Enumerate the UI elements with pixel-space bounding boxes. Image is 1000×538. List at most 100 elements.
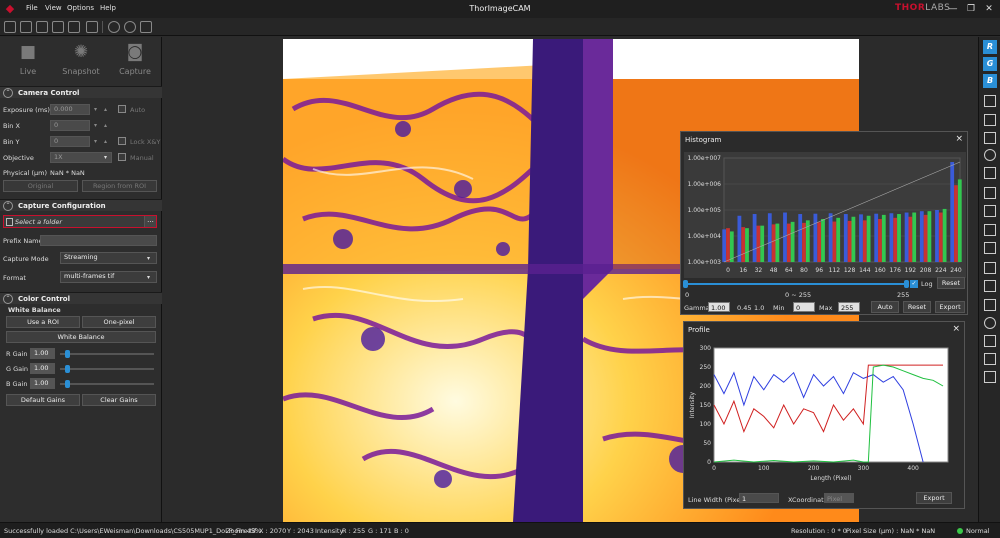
- exposure-increment[interactable]: ▴: [101, 104, 110, 115]
- lock-xy-checkbox[interactable]: [118, 137, 126, 145]
- g-gain-slider[interactable]: [60, 365, 154, 373]
- sequence-icon[interactable]: [86, 21, 98, 33]
- maximize-button[interactable]: ❐: [964, 2, 978, 16]
- fit-window-icon[interactable]: [984, 335, 996, 347]
- histogram-bar: [874, 213, 879, 262]
- close-icon[interactable]: ×: [952, 324, 960, 334]
- snapshot-button[interactable]: ✺ Snapshot: [56, 41, 106, 83]
- menu-view[interactable]: View: [45, 4, 62, 12]
- one-pixel-button[interactable]: One-pixel: [82, 316, 156, 328]
- gamma-field[interactable]: 1.00: [708, 302, 730, 312]
- ellipse-icon[interactable]: [984, 149, 996, 161]
- flip-vertical-icon[interactable]: [984, 205, 996, 217]
- capture-config-header[interactable]: ⌃ Capture Configuration: [0, 199, 162, 211]
- min-field[interactable]: 0: [793, 302, 815, 312]
- bin-x-field[interactable]: 0: [50, 120, 90, 131]
- b-gain-handle[interactable]: [64, 380, 70, 388]
- exposure-field[interactable]: 0.000: [50, 104, 90, 115]
- format-select[interactable]: multi-frames tif: [60, 271, 157, 283]
- polygon-icon[interactable]: [984, 167, 996, 179]
- ruler-icon[interactable]: [984, 262, 996, 274]
- capture-mode-select[interactable]: Streaming: [60, 252, 157, 264]
- auto-button[interactable]: Auto: [871, 301, 899, 313]
- histogram-window[interactable]: Histogram × 1.00e+007 1.00e+006 1.00e+005 1…: [680, 131, 968, 315]
- line-width-field[interactable]: 1: [739, 493, 779, 503]
- bin-y-field[interactable]: 0: [50, 136, 90, 147]
- bin-y-increment[interactable]: ▴: [101, 136, 110, 147]
- range-max-handle[interactable]: [904, 280, 909, 288]
- rotate-left-icon[interactable]: [984, 224, 996, 236]
- bin-x-decrement[interactable]: ▾: [91, 120, 100, 131]
- r-gain-handle[interactable]: [64, 350, 70, 358]
- settings-icon[interactable]: [20, 21, 32, 33]
- save-icon[interactable]: [36, 21, 48, 33]
- histogram-bar: [942, 208, 947, 262]
- xcoordinate-select[interactable]: Pixel: [824, 493, 854, 503]
- export-histogram-button[interactable]: Export: [935, 301, 965, 313]
- manual-checkbox[interactable]: [118, 153, 126, 161]
- objective-select[interactable]: 1X: [50, 152, 112, 163]
- r-gain-field[interactable]: 1.00: [30, 348, 55, 359]
- log-checkbox[interactable]: ✓: [910, 280, 918, 288]
- original-button[interactable]: Original: [3, 180, 78, 192]
- exposure-decrement[interactable]: ▾: [91, 104, 100, 115]
- folder-icon[interactable]: [68, 21, 80, 33]
- rectangle-icon[interactable]: [984, 132, 996, 144]
- live-button[interactable]: ■ Live: [3, 41, 53, 83]
- image-icon[interactable]: [52, 21, 64, 33]
- menu-options[interactable]: Options: [67, 4, 94, 12]
- link-icon[interactable]: [4, 21, 16, 33]
- reset-range-button[interactable]: Reset: [937, 277, 965, 289]
- default-gains-button[interactable]: Default Gains: [6, 394, 80, 406]
- measure-icon[interactable]: [984, 280, 996, 292]
- menu-help[interactable]: Help: [100, 4, 116, 12]
- max-field[interactable]: 255: [838, 302, 860, 312]
- b-gain-field[interactable]: 1.00: [30, 378, 55, 389]
- target-icon[interactable]: [108, 21, 120, 33]
- green-channel-button[interactable]: G: [983, 57, 997, 71]
- histogram-icon[interactable]: [984, 95, 996, 107]
- browse-folder-button[interactable]: ...: [144, 216, 156, 227]
- histogram-bar: [836, 217, 841, 262]
- range-slider[interactable]: [683, 280, 909, 288]
- zoom-in-icon[interactable]: [984, 299, 996, 311]
- menu-file[interactable]: File: [26, 4, 38, 12]
- g-gain-handle[interactable]: [64, 365, 70, 373]
- close-icon[interactable]: ×: [955, 134, 963, 144]
- minimize-button[interactable]: —: [946, 2, 960, 16]
- export-profile-button[interactable]: Export: [916, 492, 952, 504]
- capture-button[interactable]: ◙ Capture: [110, 41, 160, 83]
- color-control-header[interactable]: ⌃ Color Control: [0, 292, 162, 304]
- grid-icon[interactable]: [140, 21, 152, 33]
- profile-window[interactable]: Profile × 0 50 100 150 200 250 300 0 100 200 300 40…: [683, 321, 965, 509]
- region-from-roi-button[interactable]: Region from ROI: [82, 180, 157, 192]
- profile-icon[interactable]: [984, 114, 996, 126]
- range-min-handle[interactable]: [683, 280, 688, 288]
- format-label: Format: [3, 274, 26, 282]
- blue-channel-button[interactable]: B: [983, 74, 997, 88]
- clear-gains-button[interactable]: Clear Gains: [82, 394, 156, 406]
- eraser-icon[interactable]: [984, 371, 996, 383]
- use-roi-button[interactable]: Use a ROI: [6, 316, 80, 328]
- gamma-max: 1.0: [754, 304, 765, 312]
- color-wheel-icon[interactable]: [124, 21, 136, 33]
- chevron-down-icon: ▾: [147, 255, 151, 262]
- profile-svg: 0 50 100 150 200 250 300 0 100 200 300 400 Length (P…: [689, 345, 949, 482]
- close-window-button[interactable]: ✕: [982, 2, 996, 16]
- rotate-right-icon[interactable]: [984, 242, 996, 254]
- crosshair-icon[interactable]: [984, 317, 996, 329]
- white-balance-button[interactable]: White Balance: [6, 331, 156, 343]
- overlay-icon[interactable]: [984, 353, 996, 365]
- camera-control-header[interactable]: ⌃ Camera Control: [0, 86, 162, 98]
- g-gain-field[interactable]: 1.00: [30, 363, 55, 374]
- folder-selector[interactable]: Select a folder ...: [3, 215, 157, 228]
- auto-checkbox[interactable]: [118, 105, 126, 113]
- b-gain-slider[interactable]: [60, 380, 154, 388]
- r-gain-slider[interactable]: [60, 350, 154, 358]
- bin-y-decrement[interactable]: ▾: [91, 136, 100, 147]
- red-channel-button[interactable]: R: [983, 40, 997, 54]
- flip-horizontal-icon[interactable]: [984, 187, 996, 199]
- prefix-input[interactable]: [40, 235, 157, 246]
- reset-button[interactable]: Reset: [903, 301, 931, 313]
- bin-x-increment[interactable]: ▴: [101, 120, 110, 131]
